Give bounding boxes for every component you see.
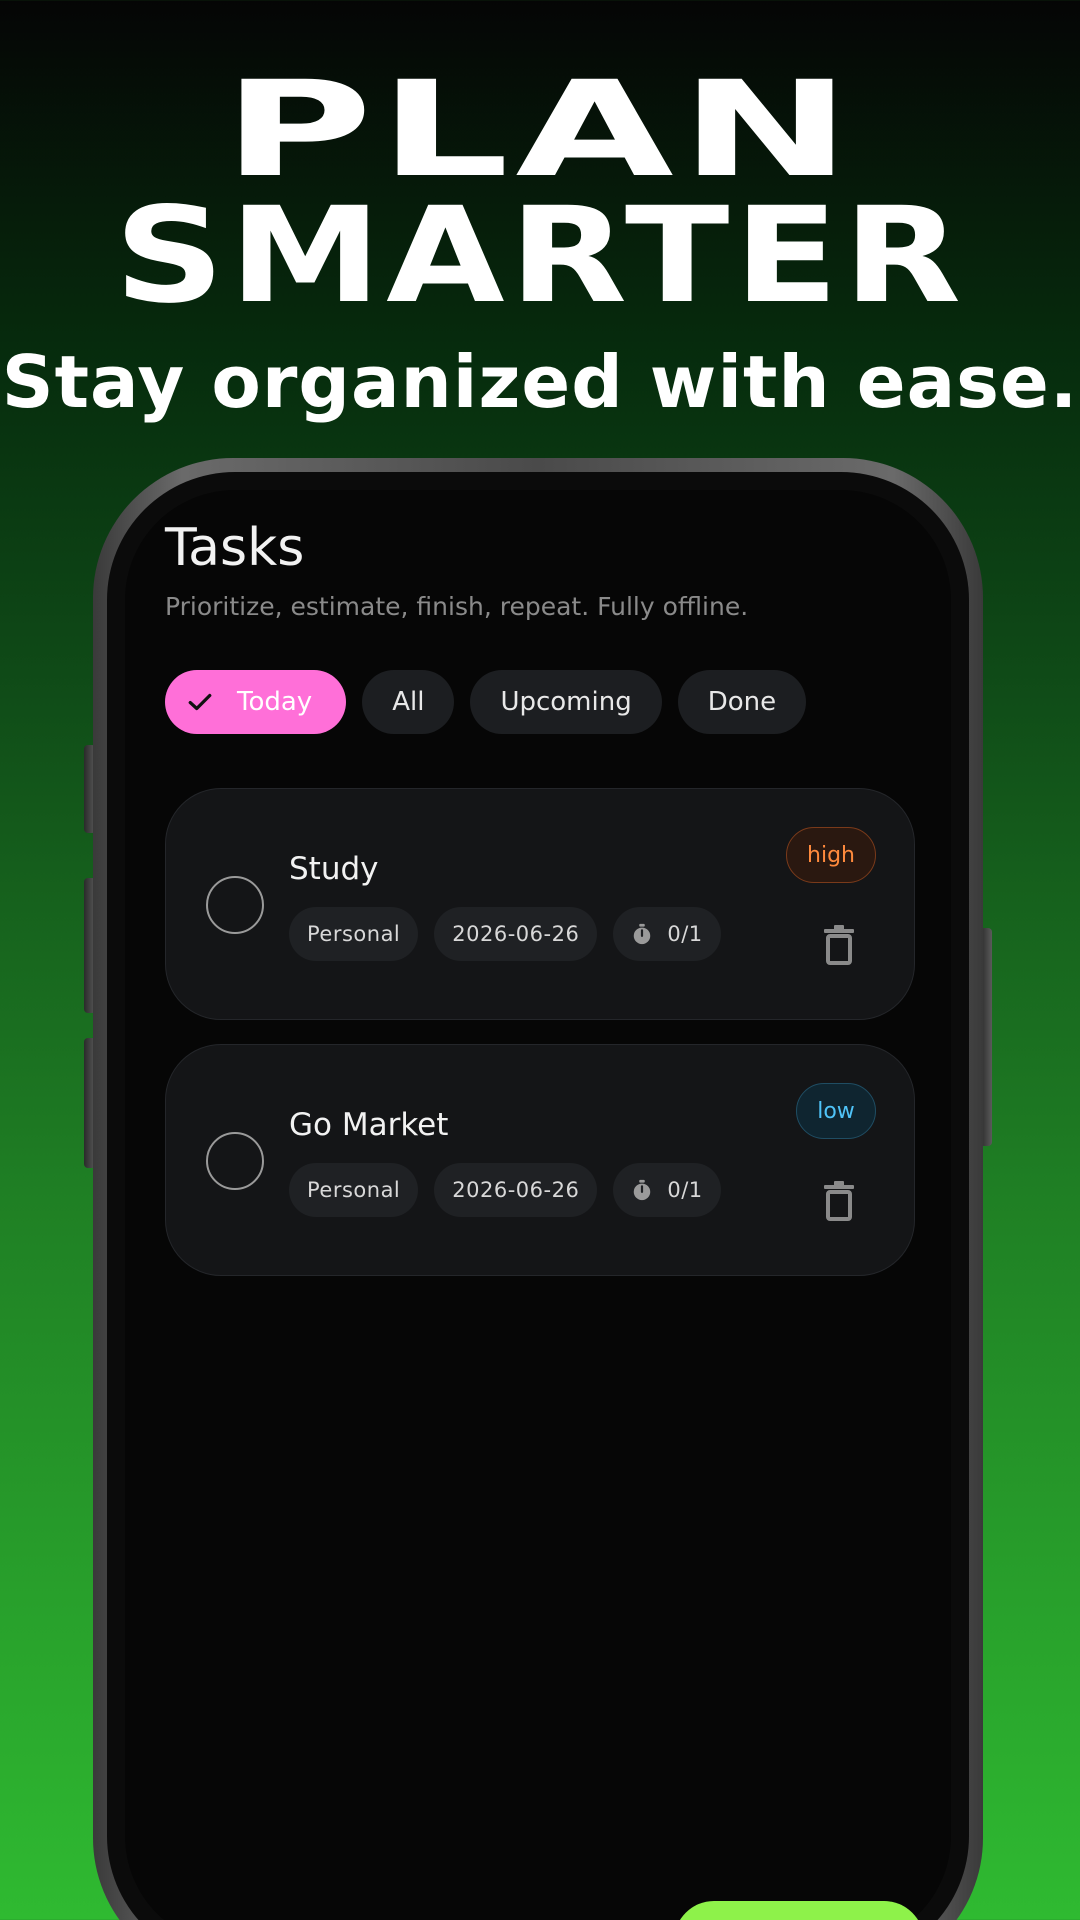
phone-frame: Tasks Prioritize, estimate, finish, repe…: [93, 458, 983, 1920]
filter-bar: Today All Upcoming Done: [165, 670, 807, 734]
hero-subtitle: Stay organized with ease.: [1, 340, 1079, 424]
task-complete-checkbox[interactable]: [206, 876, 264, 934]
phone-screen: Tasks Prioritize, estimate, finish, repe…: [125, 490, 951, 1920]
task-pomodoro-chip: 0/1: [613, 1163, 721, 1217]
task-title: Study: [289, 851, 379, 887]
task-date-chip: 2026-06-26: [434, 907, 598, 961]
filter-chip-label: Today: [237, 687, 313, 717]
priority-badge: low: [796, 1083, 876, 1139]
task-category-chip: Personal: [289, 907, 419, 961]
task-card[interactable]: Study Personal 2026-06-26 0/1 high: [165, 788, 915, 1020]
task-meta: Personal 2026-06-26 0/1: [289, 1163, 721, 1217]
page-title: Tasks: [165, 518, 305, 578]
page-subtitle: Prioritize, estimate, finish, repeat. Fu…: [165, 592, 749, 621]
filter-chip-done[interactable]: Done: [677, 670, 807, 734]
task-date: 2026-06-26: [452, 1178, 580, 1202]
phone-bezel: Tasks Prioritize, estimate, finish, repe…: [107, 472, 969, 1920]
add-task-button[interactable]: [674, 1901, 924, 1920]
check-icon: [188, 693, 212, 711]
task-date-chip: 2026-06-26: [434, 1163, 598, 1217]
task-meta: Personal 2026-06-26 0/1: [289, 907, 721, 961]
task-date: 2026-06-26: [452, 922, 580, 946]
task-pomodoro-chip: 0/1: [613, 907, 721, 961]
filter-chip-label: Done: [707, 687, 777, 717]
filter-chip-all[interactable]: All: [362, 670, 455, 734]
task-pomodoro-count: 0/1: [667, 1178, 703, 1202]
task-pomodoro-count: 0/1: [667, 922, 703, 946]
trash-icon[interactable]: [822, 1181, 856, 1221]
filter-chip-label: All: [392, 687, 425, 717]
timer-icon: [634, 1179, 651, 1201]
task-category-chip: Personal: [289, 1163, 419, 1217]
filter-chip-today[interactable]: Today: [165, 670, 347, 734]
timer-icon: [634, 923, 651, 945]
trash-icon[interactable]: [822, 925, 856, 965]
filter-chip-upcoming[interactable]: Upcoming: [470, 670, 662, 734]
filter-chip-label: Upcoming: [500, 687, 632, 717]
task-category: Personal: [307, 922, 401, 946]
task-card[interactable]: Go Market Personal 2026-06-26 0/1 low: [165, 1044, 915, 1276]
task-complete-checkbox[interactable]: [206, 1132, 264, 1190]
hero-headline-line-2: SMARTER: [114, 179, 966, 333]
task-category: Personal: [307, 1178, 401, 1202]
task-title: Go Market: [289, 1107, 449, 1143]
priority-badge: high: [786, 827, 876, 883]
